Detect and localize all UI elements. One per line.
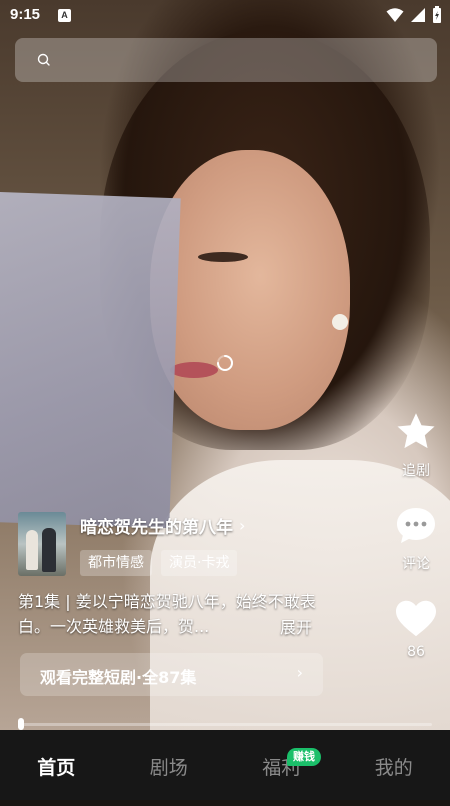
signal-icon <box>410 7 426 23</box>
wifi-icon <box>386 7 404 23</box>
comment-icon <box>394 505 438 547</box>
video-earring <box>332 314 348 330</box>
video-progress-thumb[interactable] <box>18 718 24 730</box>
cover-figure-right <box>42 528 56 572</box>
battery-icon <box>432 6 442 24</box>
nav-mine[interactable]: 我的 <box>338 730 450 800</box>
drama-title-link[interactable]: 暗恋贺先生的第八年 › <box>80 513 245 538</box>
notification-a-icon: A <box>58 9 71 22</box>
cover-figure-left <box>26 530 38 570</box>
nav-theater[interactable]: 剧场 <box>113 730 226 800</box>
expand-button[interactable]: 展开 <box>280 614 312 638</box>
follow-label: 追剧 <box>386 460 446 480</box>
star-icon <box>394 410 438 454</box>
drama-cover-thumbnail[interactable] <box>18 512 66 576</box>
nav-welfare[interactable]: 福利 赚钱 <box>225 730 338 800</box>
follow-button[interactable]: 追剧 <box>386 410 446 480</box>
video-paper <box>0 192 181 528</box>
like-count: 86 <box>386 644 446 660</box>
comment-label: 评论 <box>386 553 446 573</box>
nav-home-label: 首页 <box>37 757 75 779</box>
search-icon <box>36 52 52 68</box>
status-icons <box>386 6 442 24</box>
search-bar[interactable] <box>15 38 437 82</box>
like-button[interactable]: 86 <box>386 598 446 660</box>
drama-tags: 都市情感 演员·卡戎 <box>80 550 237 576</box>
watch-full-drama-button[interactable]: 观看完整短剧·全87集 › <box>20 653 323 696</box>
chevron-right-icon: › <box>297 663 303 682</box>
nav-theater-label: 剧场 <box>150 757 188 779</box>
episode-description: 第1集 | 姜以宁暗恋贺驰八年，始终不敢表白。一次英雄救美后，贺... <box>18 589 318 639</box>
bottom-nav: 首页 剧场 福利 赚钱 我的 <box>0 730 450 800</box>
video-eye <box>198 252 248 262</box>
watch-full-label: 观看完整短剧·全87集 <box>40 664 196 688</box>
status-bar: 9:15 A <box>0 0 450 32</box>
video-face <box>150 150 350 430</box>
tag-actor[interactable]: 演员·卡戎 <box>161 550 237 576</box>
heart-icon <box>394 598 438 638</box>
tag-genre[interactable]: 都市情感 <box>80 550 152 576</box>
video-lips <box>170 362 218 378</box>
earn-money-badge: 赚钱 <box>287 748 321 766</box>
status-time: 9:15 <box>10 6 40 23</box>
drama-title: 暗恋贺先生的第八年 <box>80 513 233 538</box>
video-progress-bar[interactable] <box>20 723 432 726</box>
nav-mine-label: 我的 <box>375 757 413 779</box>
nav-home[interactable]: 首页 <box>0 730 113 800</box>
comment-button[interactable]: 评论 <box>386 505 446 573</box>
loading-spinner-icon <box>216 354 234 372</box>
chevron-right-icon: › <box>239 516 245 535</box>
